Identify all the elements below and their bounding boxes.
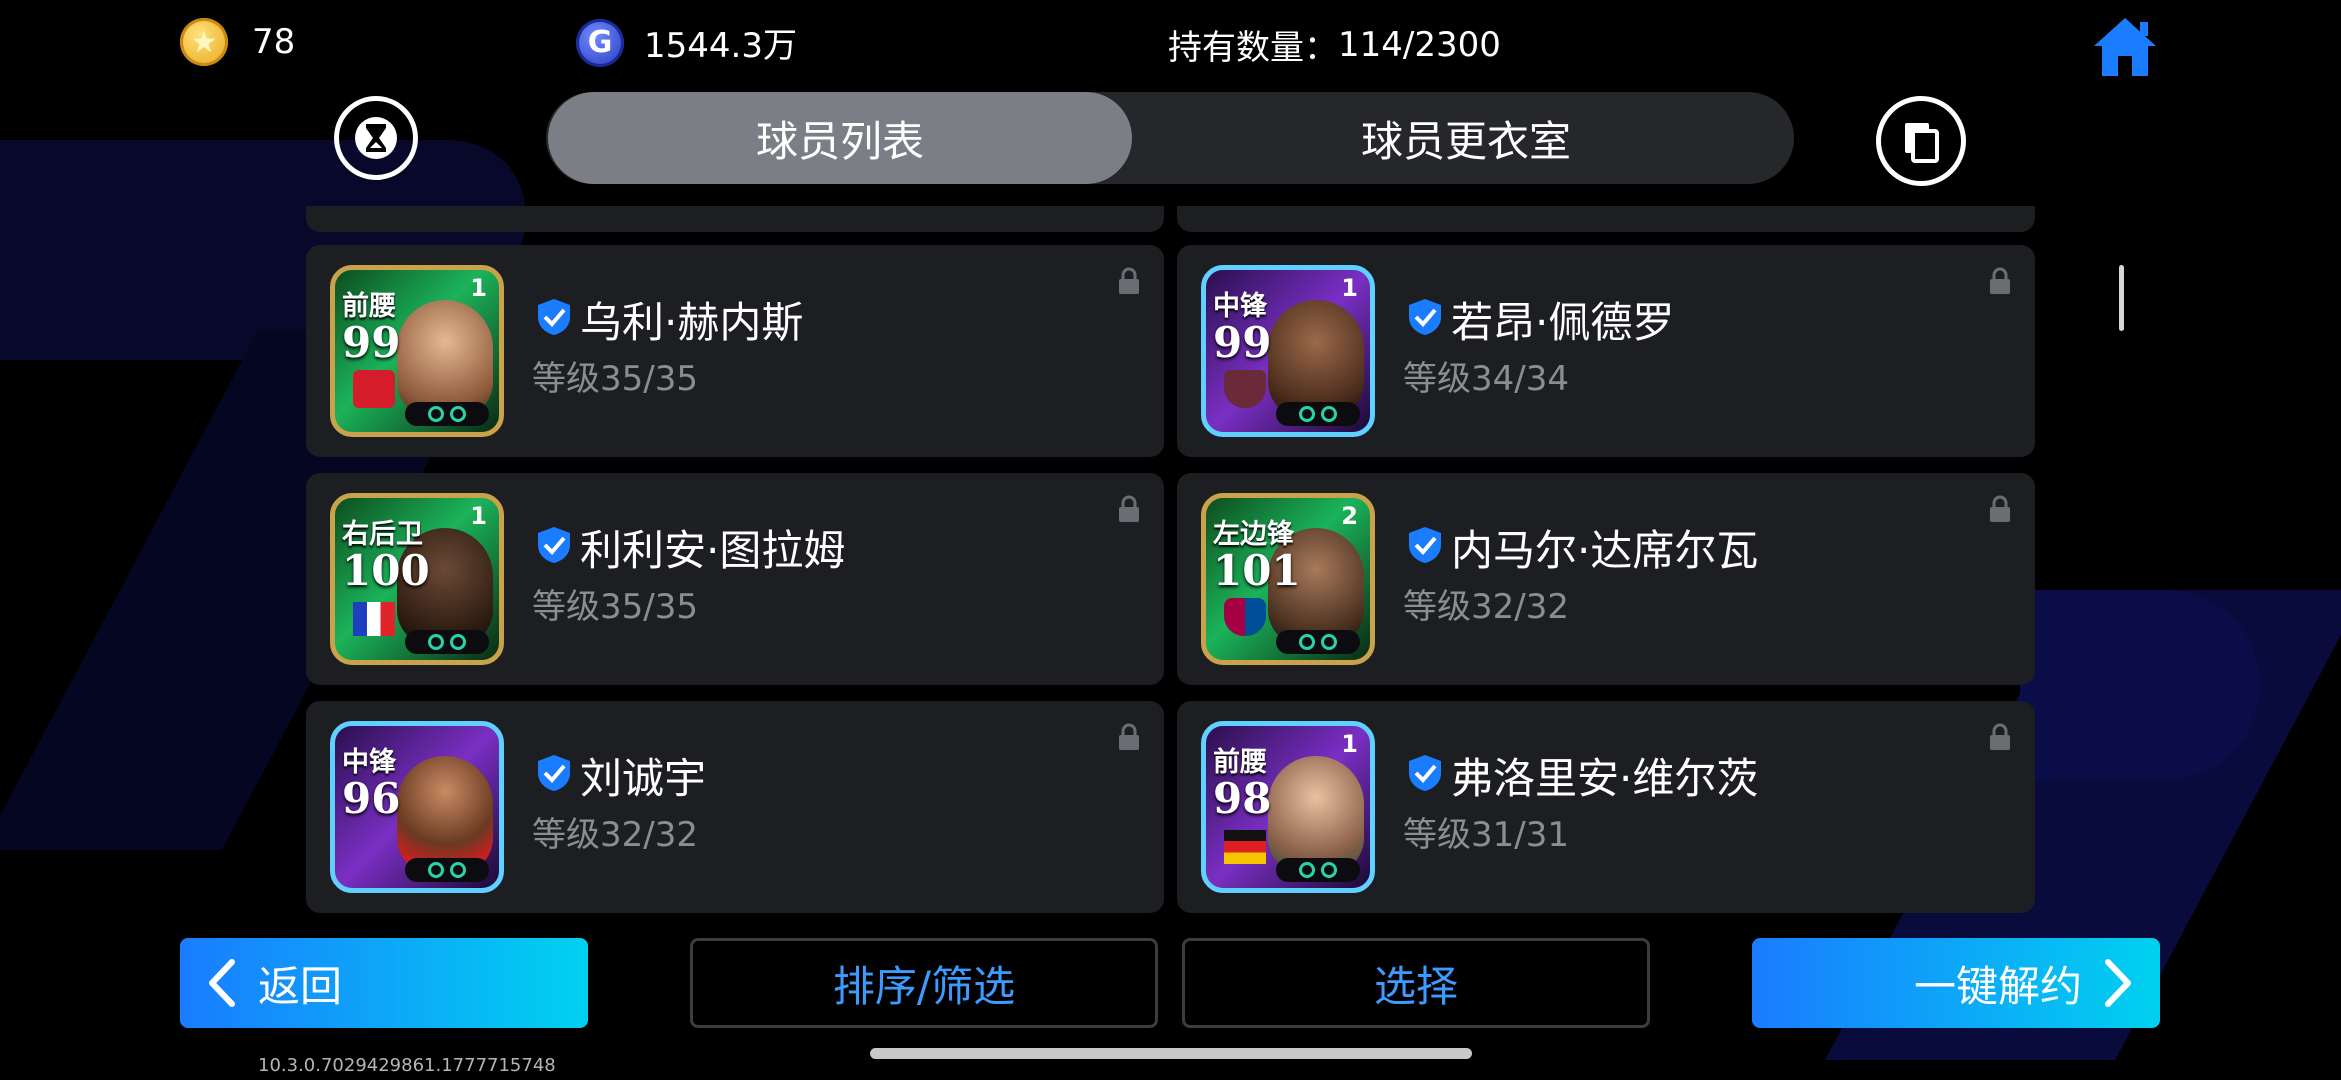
player-level: 等级34/34 <box>1403 359 1569 399</box>
player-portrait: 右后卫 100 1 <box>330 493 504 665</box>
france-flag-icon <box>353 602 395 636</box>
holdings-value: 114/2300 <box>1338 24 1501 65</box>
lock-icon[interactable] <box>1116 267 1142 295</box>
player-photo <box>397 756 493 874</box>
gp-counter: G 1544.3万 <box>576 18 797 67</box>
player-card[interactable]: 前腰 99 1 乌利·赫内斯 等级35/35 <box>306 245 1164 457</box>
lock-icon[interactable] <box>1116 495 1142 523</box>
skill-icons <box>405 402 489 426</box>
timer-button[interactable] <box>334 96 418 180</box>
player-rating: 100 <box>342 546 430 595</box>
tab-player-locker-room[interactable]: 球员更衣室 <box>1186 92 1746 184</box>
holdings-count: 持有数量： 114/2300 <box>1168 20 1501 69</box>
player-rating: 99 <box>342 318 401 367</box>
verified-check-icon <box>538 755 570 791</box>
release-all-button[interactable]: 一键解约 <box>1752 938 2160 1028</box>
player-photo <box>1268 756 1364 874</box>
back-button[interactable]: 返回 <box>180 938 588 1028</box>
skill-icons <box>405 630 489 654</box>
player-portrait: 中锋 99 1 <box>1201 265 1375 437</box>
select-button[interactable]: 选择 <box>1182 938 1650 1028</box>
player-name: 利利安·图拉姆 <box>580 526 846 575</box>
club-badge-icon <box>1224 370 1266 408</box>
lock-icon[interactable] <box>1987 267 2013 295</box>
card-level: 1 <box>470 502 487 530</box>
lock-icon[interactable] <box>1987 723 2013 751</box>
release-all-label: 一键解约 <box>1913 961 2082 1011</box>
card-level: 1 <box>1341 730 1358 758</box>
club-badge-icon <box>353 370 395 408</box>
copy-button[interactable] <box>1876 96 1966 186</box>
coin-counter: ★ 78 <box>180 18 295 66</box>
chevron-right-icon <box>2105 959 2131 1007</box>
player-level: 等级35/35 <box>532 359 698 399</box>
tab-player-list[interactable]: 球员列表 <box>548 92 1132 184</box>
player-rating: 99 <box>1213 318 1272 367</box>
player-card[interactable]: 右后卫 100 1 利利安·图拉姆 等级35/35 <box>306 473 1164 685</box>
holdings-label: 持有数量： <box>1168 28 1338 68</box>
skill-icons <box>1276 858 1360 882</box>
card-level: 2 <box>1341 502 1358 530</box>
lock-icon[interactable] <box>1987 495 2013 523</box>
list-item-partial <box>1177 206 2035 232</box>
scrollbar[interactable] <box>2119 265 2124 331</box>
back-button-label: 返回 <box>258 961 343 1011</box>
player-level: 等级32/32 <box>1403 587 1569 627</box>
home-icon <box>2094 18 2156 76</box>
player-rating: 96 <box>342 774 401 823</box>
tab-bar: 球员列表 球员更衣室 <box>546 92 1794 184</box>
background-shape <box>2020 590 2260 780</box>
player-rating: 101 <box>1213 546 1301 595</box>
verified-check-icon <box>538 299 570 335</box>
home-button[interactable] <box>2090 14 2160 80</box>
player-portrait: 中锋 96 <box>330 721 504 893</box>
player-name: 刘诚宇 <box>580 754 707 803</box>
verified-check-icon <box>1409 755 1441 791</box>
card-level: 1 <box>1341 274 1358 302</box>
skill-icons <box>405 858 489 882</box>
gp-currency-icon: G <box>576 18 624 67</box>
player-level: 等级31/31 <box>1403 815 1569 855</box>
germany-flag-icon <box>1224 830 1266 864</box>
player-rating: 98 <box>1213 774 1272 823</box>
coin-amount: 78 <box>252 22 296 62</box>
player-card[interactable]: 前腰 98 1 弗洛里安·维尔茨 等级31/31 <box>1177 701 2035 913</box>
club-badge-icon <box>1224 598 1266 636</box>
list-item-partial <box>306 206 1164 232</box>
player-card[interactable]: 中锋 99 1 若昂·佩德罗 等级34/34 <box>1177 245 2035 457</box>
skill-icons <box>1276 630 1360 654</box>
player-card[interactable]: 中锋 96 刘诚宇 等级32/32 <box>306 701 1164 913</box>
gp-amount: 1544.3万 <box>644 26 797 66</box>
home-indicator[interactable] <box>870 1048 1472 1059</box>
verified-check-icon <box>1409 299 1441 335</box>
player-portrait: 前腰 99 1 <box>330 265 504 437</box>
chevron-left-icon <box>209 959 235 1007</box>
player-name: 内马尔·达席尔瓦 <box>1451 526 1759 575</box>
version-label: 10.3.0.7029429861.1777715748 <box>258 1055 556 1076</box>
verified-check-icon <box>538 527 570 563</box>
player-name: 弗洛里安·维尔茨 <box>1451 754 1759 803</box>
hourglass-icon <box>355 117 397 159</box>
sort-filter-label: 排序/筛选 <box>832 961 1016 1011</box>
copy-icon <box>1905 123 1939 163</box>
card-level: 1 <box>470 274 487 302</box>
player-portrait: 前腰 98 1 <box>1201 721 1375 893</box>
player-card[interactable]: 左边锋 101 2 内马尔·达席尔瓦 等级32/32 <box>1177 473 2035 685</box>
player-photo <box>397 300 493 418</box>
player-photo <box>1268 300 1364 418</box>
player-name: 若昂·佩德罗 <box>1451 298 1675 347</box>
player-level: 等级32/32 <box>532 815 698 855</box>
skill-icons <box>1276 402 1360 426</box>
player-name: 乌利·赫内斯 <box>580 298 804 347</box>
sort-filter-button[interactable]: 排序/筛选 <box>690 938 1158 1028</box>
verified-check-icon <box>1409 527 1441 563</box>
lock-icon[interactable] <box>1116 723 1142 751</box>
select-label: 选择 <box>1373 961 1458 1011</box>
player-portrait: 左边锋 101 2 <box>1201 493 1375 665</box>
star-coin-icon: ★ <box>180 18 228 66</box>
player-level: 等级35/35 <box>532 587 698 627</box>
